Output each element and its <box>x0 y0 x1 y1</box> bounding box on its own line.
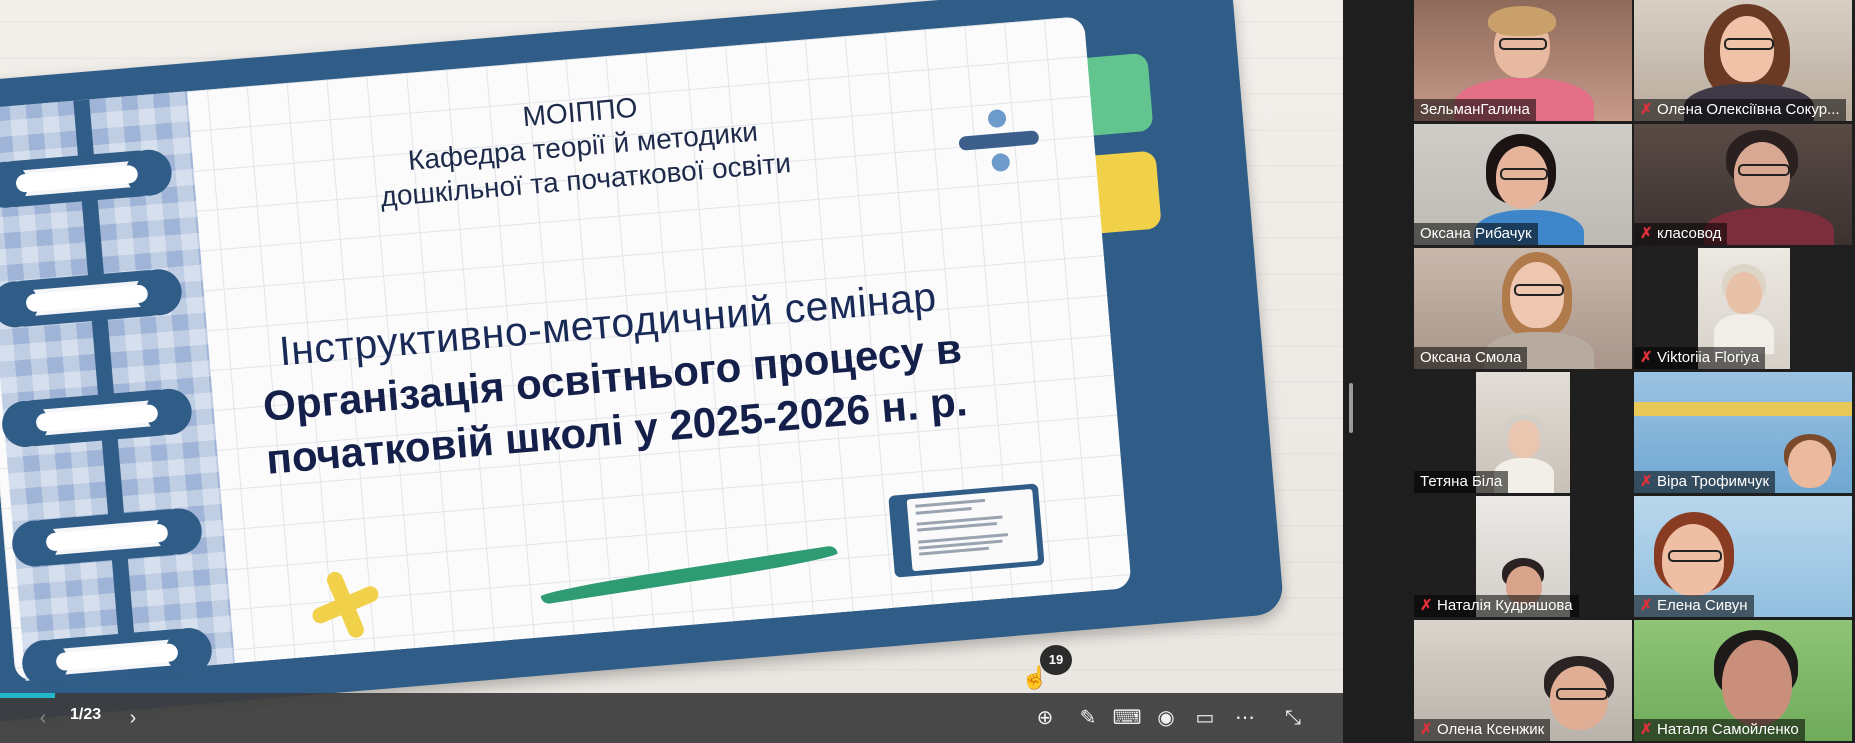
participant-name: ✗ Елена Сивун <box>1634 595 1754 617</box>
participant-name: ✗ Наталія Кудряшова <box>1414 595 1579 617</box>
participant-name: ✗ класовод <box>1634 223 1728 245</box>
slide-toolbar: ‹ 1/23 › ⊕ ✎ ⌨ ◉ ▭ ⋯ ⤡ <box>0 693 1343 743</box>
binder-ring <box>1 159 153 198</box>
participant-name: ✗ Олена Ксенжик <box>1414 719 1551 741</box>
mic-muted-icon: ✗ <box>1420 721 1433 738</box>
participant-face <box>1726 272 1762 314</box>
participant-name: ✗ Віра Трофимчук <box>1634 471 1776 493</box>
video-tile[interactable]: Тетяна Біла <box>1414 372 1632 493</box>
broadcast-icon[interactable]: ◉ <box>1151 703 1181 733</box>
participant-name: Оксана Смола <box>1414 347 1528 369</box>
participant-name: ✗ Наталя Самойленко <box>1634 719 1805 741</box>
video-tile[interactable]: ✗ класовод <box>1634 124 1852 245</box>
more-icon[interactable]: ⋯ <box>1230 703 1260 733</box>
slide-progress-bar <box>0 693 55 698</box>
switch-view-icon[interactable]: ▭ <box>1190 703 1220 733</box>
video-tile[interactable]: ✗ Наталя Самойленко <box>1634 620 1852 741</box>
mic-muted-icon: ✗ <box>1640 597 1653 614</box>
participant-name: ЗельманГалина <box>1414 99 1536 121</box>
video-tile[interactable]: ЗельманГалина <box>1414 0 1632 121</box>
mic-muted-icon: ✗ <box>1640 473 1653 490</box>
panel-divider <box>1343 0 1414 743</box>
mic-muted-icon: ✗ <box>1640 349 1653 366</box>
video-tile[interactable]: ✗ Елена Сивун <box>1634 496 1852 617</box>
divide-icon <box>956 102 1042 178</box>
participant-name: Тетяна Біла <box>1414 471 1509 493</box>
slide-thumbnail-image <box>888 483 1045 578</box>
video-tile[interactable]: ✗ Олена Ксенжик <box>1414 620 1632 741</box>
participant-face <box>1508 420 1540 458</box>
mouse-cursor-icon: ☝ <box>1021 665 1049 690</box>
participant-name: ✗ Олена Олексіївна Сокур... <box>1634 99 1846 121</box>
participant-name: Оксана Рибачук <box>1414 223 1538 245</box>
mic-muted-icon: ✗ <box>1640 225 1653 242</box>
annotate-icon[interactable]: ✎ <box>1073 703 1103 733</box>
mic-muted-icon: ✗ <box>1420 597 1433 614</box>
video-tile[interactable]: Оксана Смола <box>1414 248 1632 369</box>
participant-face <box>1722 640 1792 726</box>
video-tile[interactable]: ✗ Наталія Кудряшова <box>1414 496 1632 617</box>
presentation-slide: МОІППО Кафедра теорії й методики дошкіль… <box>0 0 1285 725</box>
zoom-icon[interactable]: ⊕ <box>1030 703 1060 733</box>
shared-screen: МОІППО Кафедра теорії й методики дошкіль… <box>0 0 1343 743</box>
chevron-right-icon[interactable]: › <box>118 703 148 733</box>
page-indicator: 1/23 <box>70 706 102 723</box>
minimize-icon[interactable]: ⤡ <box>1278 703 1308 733</box>
binder-ring <box>31 518 183 557</box>
video-tile[interactable]: ✗ Віра Трофимчук <box>1634 372 1852 493</box>
binder-ring <box>21 398 173 438</box>
keyboard-icon[interactable]: ⌨ <box>1112 703 1142 733</box>
video-tile[interactable]: ✗ Олена Олексіївна Сокур... <box>1634 0 1852 121</box>
participant-name: ✗ Viktoriia Floriya <box>1634 347 1766 369</box>
video-tile-active-speaker[interactable]: Оксана Рибачук <box>1414 124 1632 245</box>
participant-face <box>1788 440 1832 488</box>
mic-muted-icon: ✗ <box>1640 721 1653 738</box>
binder-ring <box>11 279 163 318</box>
mic-muted-icon: ✗ <box>1640 101 1653 118</box>
resize-handle[interactable] <box>1349 383 1353 433</box>
video-tile[interactable]: ✗ Viktoriia Floriya <box>1634 248 1852 369</box>
chevron-left-icon[interactable]: ‹ <box>28 703 58 733</box>
